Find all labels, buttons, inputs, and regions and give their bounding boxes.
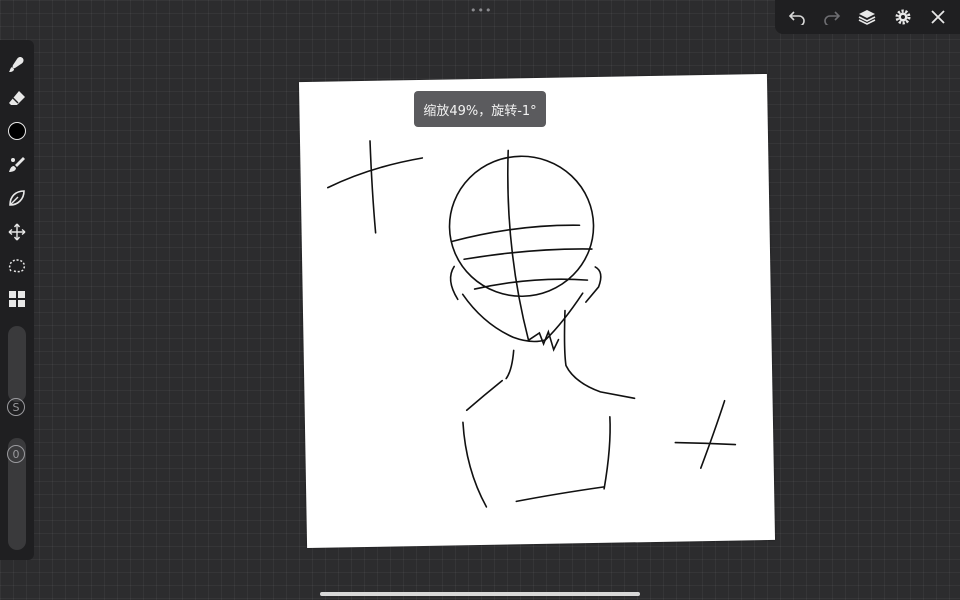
zoom-rotation-hud: 缩放49%，旋转-1° [414, 91, 546, 127]
gear-icon[interactable] [890, 4, 916, 30]
brush-size-slider[interactable] [8, 326, 26, 402]
brush-tool-icon[interactable] [5, 52, 29, 76]
smudge-brush-icon[interactable] [5, 153, 29, 177]
gallery-grid-icon[interactable] [5, 287, 29, 311]
sketch-strokes [327, 140, 737, 508]
layers-icon[interactable] [854, 4, 880, 30]
transform-move-icon[interactable] [5, 220, 29, 244]
home-indicator[interactable] [320, 592, 640, 596]
drawing-canvas[interactable] [298, 73, 776, 549]
brush-size-label: S [7, 398, 25, 416]
left-toolbar: S 0 [0, 40, 34, 560]
top-toolbar [775, 0, 960, 34]
redo-icon[interactable] [819, 4, 845, 30]
eraser-icon[interactable] [5, 86, 29, 110]
drag-handle-dots[interactable]: ••• [470, 5, 491, 16]
leaf-icon[interactable] [5, 186, 29, 210]
opacity-label: 0 [7, 445, 25, 463]
undo-icon[interactable] [784, 4, 810, 30]
color-swatch[interactable] [5, 119, 29, 143]
lasso-selection-icon[interactable] [5, 254, 29, 278]
close-icon[interactable] [925, 4, 951, 30]
